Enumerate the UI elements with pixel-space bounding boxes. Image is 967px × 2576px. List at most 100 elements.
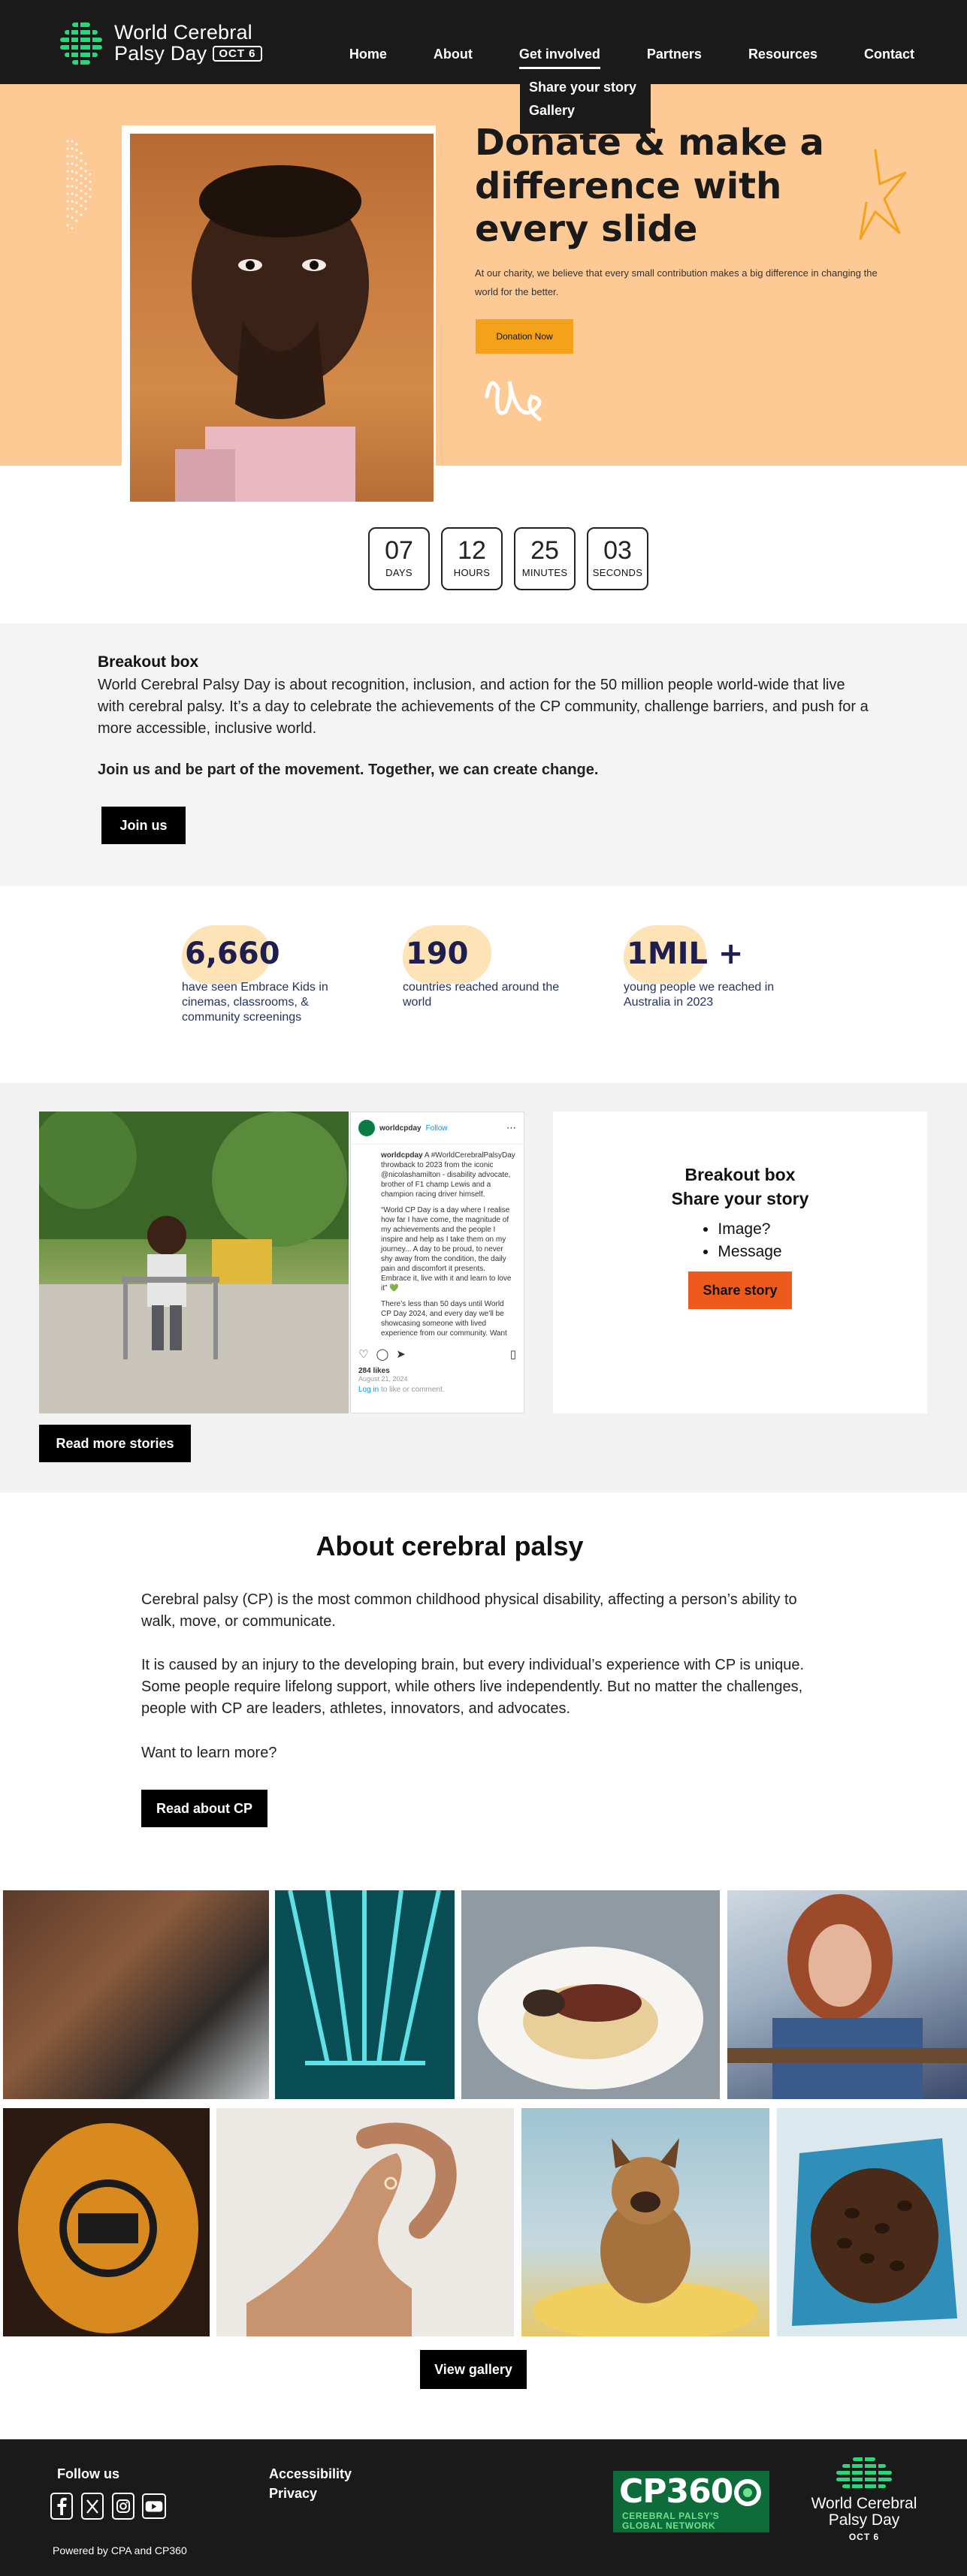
stat-embrace-kids: 6,660 have seen Embrace Kids in cinemas,…: [182, 925, 377, 1025]
countdown-days: 07 DAYS: [368, 527, 430, 590]
cp360-ring-icon: [734, 2479, 761, 2506]
logo-date-badge: OCT 6: [213, 45, 262, 62]
story-photo-child-walker[interactable]: [39, 1112, 349, 1413]
footer-logo-line2: Palsy Day: [828, 2511, 900, 2529]
hero-text: At our charity, we believe that every sm…: [475, 267, 878, 297]
countdown-label: DAYS: [385, 567, 412, 578]
stat-description: countries reached around the world: [403, 981, 560, 1009]
nav-contact[interactable]: Contact: [864, 47, 914, 69]
countdown-value: 07: [385, 536, 413, 565]
nav-get-involved[interactable]: Get involved: [518, 47, 600, 69]
share-story-box: Breakout box Share your story Image? Mes…: [553, 1112, 927, 1413]
nav-home[interactable]: Home: [349, 47, 387, 69]
site-header: World Cerebral Palsy Day OCT 6 Home Abou…: [0, 0, 967, 84]
gallery-image-harley-tank[interactable]: [3, 2108, 210, 2336]
caption-quote: “World CP Day is a day where I realise h…: [381, 1206, 512, 1293]
gallery-image-lounge[interactable]: [3, 1890, 269, 2099]
countdown-value: 25: [530, 536, 559, 565]
stat-countries: 190 countries reached around the world: [403, 925, 598, 1010]
stat-number: 1MIL +: [627, 937, 744, 971]
breakout-text: World Cerebral Palsy Day is about recogn…: [98, 677, 869, 737]
about-paragraph: Cerebral palsy (CP) is the most common c…: [141, 1591, 797, 1630]
stat-description: young people we reached in Australia in …: [624, 981, 775, 1009]
countdown-value: 12: [458, 536, 486, 565]
youtube-icon[interactable]: [142, 2492, 166, 2520]
footer-logo-badge: OCT 6: [848, 2532, 880, 2543]
caption-more: There’s less than 50 days until World CP…: [381, 1300, 507, 1338]
cp360-tagline-line1: CEREBRAL PALSY'S: [622, 2511, 720, 2521]
logo-title-line2: Palsy Day: [114, 41, 207, 65]
story-box-title: Breakout box: [684, 1165, 796, 1184]
story-box-item: Image?: [718, 1218, 781, 1240]
about-title: About cerebral palsy: [316, 1531, 584, 1561]
instagram-login-link[interactable]: Log in: [358, 1386, 379, 1394]
cp360-logo[interactable]: CP360 CEREBRAL PALSY'S GLOBAL NETWORK: [613, 2471, 769, 2532]
countdown-minutes: 25 MINUTES: [514, 527, 576, 590]
countdown-label: MINUTES: [521, 567, 568, 578]
more-options-icon[interactable]: ⋯: [506, 1122, 516, 1134]
bookmark-icon[interactable]: ▯: [510, 1347, 516, 1361]
story-box-item: Message: [718, 1241, 781, 1262]
site-footer: Follow us Powered by CPA and CP360 Acces…: [0, 2439, 967, 2576]
gallery-image-hands-ring[interactable]: [216, 2108, 514, 2336]
countdown-label: SECONDS: [592, 567, 643, 578]
footer-wcpd-logo[interactable]: World Cerebral Palsy Day OCT 6: [796, 2457, 932, 2544]
instagram-icon[interactable]: [111, 2492, 135, 2520]
countdown-timer: 07 DAYS 12 HOURS 25 MINUTES 03 SECONDS: [368, 527, 648, 590]
about-question: Want to learn more?: [141, 1745, 277, 1761]
nav-about[interactable]: About: [434, 47, 473, 69]
caption-username: worldcpday: [381, 1151, 423, 1160]
instagram-account[interactable]: worldcpday: [379, 1124, 422, 1133]
heart-icon[interactable]: ♡: [358, 1347, 368, 1361]
cp360-wordmark: CP360: [619, 2472, 733, 2511]
breakout-title: Breakout box: [98, 653, 199, 671]
story-box-subtitle: Share your story: [671, 1189, 809, 1209]
logo-title-line1: World Cerebral: [114, 20, 252, 44]
gallery-image-steak-dinner[interactable]: [461, 1890, 720, 2099]
gallery-image-coffee-beans[interactable]: [777, 2108, 967, 2336]
share-story-button[interactable]: Share story: [688, 1271, 792, 1310]
read-about-cp-button[interactable]: Read about CP: [141, 1790, 267, 1827]
gallery-image-teal-lines[interactable]: [275, 1890, 455, 2099]
powered-by-text: Powered by CPA and CP360: [53, 2544, 187, 2556]
cp360-tagline-line2: GLOBAL NETWORK: [622, 2520, 716, 2531]
site-logo[interactable]: World Cerebral Palsy Day OCT 6: [56, 18, 262, 68]
countdown-value: 03: [603, 536, 632, 565]
dropdown-share-your-story[interactable]: Share your story: [529, 80, 642, 95]
footer-logo-line1: World Cerebral: [811, 2495, 917, 2512]
view-gallery-button[interactable]: View gallery: [420, 2350, 527, 2389]
about-paragraph: It is caused by an injury to the develop…: [141, 1657, 805, 1717]
stat-number: 6,660: [185, 937, 280, 971]
donation-now-button[interactable]: Donation Now: [476, 319, 573, 354]
stat-number: 190: [406, 937, 469, 971]
stat-young-people: 1MIL + young people we reached in Austra…: [624, 925, 819, 1010]
countdown-label: HOURS: [453, 567, 491, 578]
read-more-stories-button[interactable]: Read more stories: [39, 1425, 191, 1462]
share-icon[interactable]: ➤: [396, 1347, 406, 1361]
main-nav: Home About Get involved Partners Resourc…: [303, 47, 914, 69]
countdown-seconds: 03 SECONDS: [587, 527, 648, 590]
squiggle-decoration: [485, 381, 542, 421]
logo-globe-icon: [836, 2457, 892, 2492]
gallery-image-french-bulldog[interactable]: [521, 2108, 769, 2336]
follow-us-heading: Follow us: [57, 2466, 119, 2481]
comment-icon[interactable]: ◯: [376, 1347, 388, 1361]
instagram-embed: worldcpday Follow ⋯ worldcpday A #WorldC…: [350, 1112, 524, 1413]
privacy-link[interactable]: Privacy: [269, 2486, 317, 2502]
instagram-caption: worldcpday A #WorldCerebralPalsyDay thro…: [351, 1145, 524, 1341]
logo-globe-icon: [60, 21, 102, 66]
facebook-icon[interactable]: [50, 2492, 74, 2520]
instagram-follow-link[interactable]: Follow: [426, 1124, 448, 1133]
instagram-avatar: [358, 1120, 375, 1136]
social-links: [50, 2492, 166, 2520]
countdown-hours: 12 HOURS: [441, 527, 503, 590]
nav-resources[interactable]: Resources: [748, 47, 817, 69]
dropdown-gallery[interactable]: Gallery: [529, 103, 642, 119]
gallery-image-woman-portrait[interactable]: [727, 1890, 967, 2099]
nav-partners[interactable]: Partners: [647, 47, 702, 69]
x-icon[interactable]: [80, 2492, 104, 2520]
get-involved-dropdown: Share your story Gallery: [520, 74, 651, 134]
accessibility-link[interactable]: Accessibility: [269, 2466, 352, 2482]
join-us-button[interactable]: Join us: [101, 807, 186, 844]
instagram-login-text: to like or comment.: [379, 1386, 445, 1394]
